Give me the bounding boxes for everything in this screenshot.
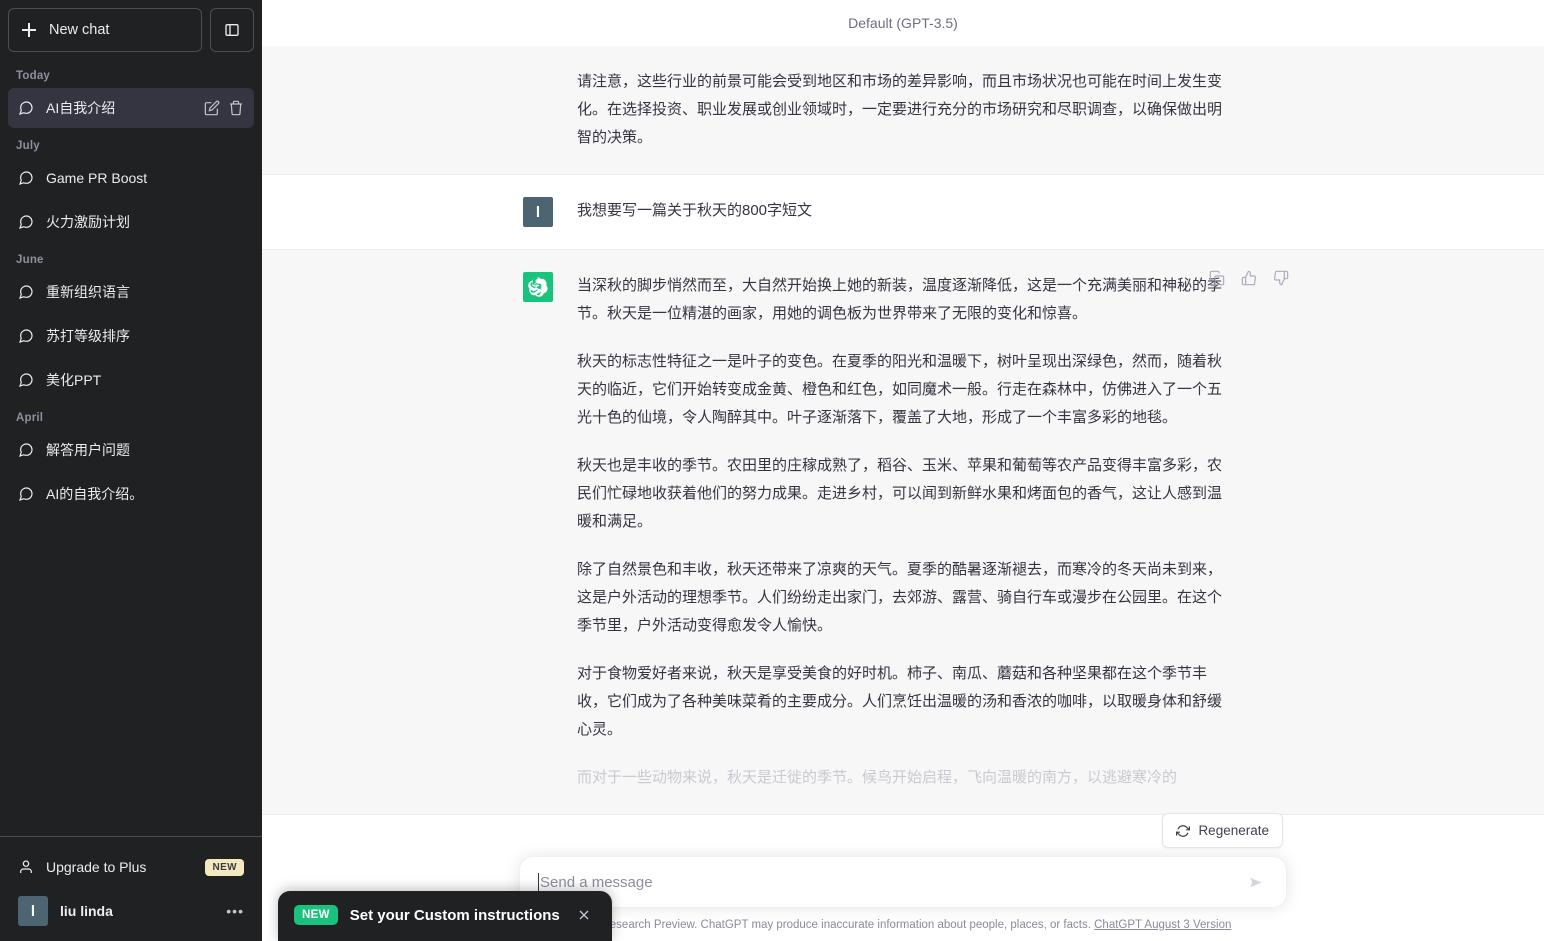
chat-bubble-icon (19, 487, 33, 501)
paragraph: 请注意，这些行业的前景可能会受到地区和市场的差异影响，而且市场状况也可能在时间上… (577, 73, 1223, 146)
new-chat-label: New chat (49, 22, 110, 38)
paragraph: 秋天也是丰收的季节。农田里的庄稼成熟了，稻谷、玉米、苹果和葡萄等农产品变得丰富多… (577, 457, 1223, 530)
chat-bubble-icon (19, 285, 33, 299)
plus-icon (21, 22, 37, 38)
chat-history-item[interactable]: AI的自我介绍。 (8, 474, 254, 514)
chat-bubble-icon (19, 373, 33, 387)
avatar: l (18, 896, 48, 926)
paragraph: 当深秋的脚步悄然而至，大自然开始换上她的新装，温度逐渐降低，这是一个充满美丽和神… (577, 277, 1223, 322)
history-group-label: Today (16, 70, 51, 82)
close-button[interactable] (572, 907, 596, 923)
sidebar: New chat Today AI自我介绍 July Game PR Boost… (0, 0, 262, 941)
message-text: 我想要写一篇关于秋天的800字短文 (577, 197, 1235, 227)
chat-history-item[interactable]: Game PR Boost (8, 158, 254, 198)
chat-bubble-icon (19, 101, 33, 115)
version-link[interactable]: ChatGPT August 3 Version (1094, 919, 1231, 931)
history-group-label: April (16, 412, 44, 424)
chat-history-item-label: Game PR Boost (46, 170, 148, 186)
message-assistant: 当深秋的脚步悄然而至，大自然开始换上她的新装，温度逐渐降低，这是一个充满美丽和神… (262, 250, 1544, 815)
message-text: 当深秋的脚步悄然而至，大自然开始换上她的新装，温度逐渐降低，这是一个充满美丽和神… (577, 272, 1235, 792)
toast-message: Set your Custom instructions (349, 906, 560, 924)
upgrade-label: Upgrade to Plus (46, 859, 147, 875)
model-label: Default (GPT-3.5) (848, 15, 958, 31)
chat-history-item[interactable]: 火力激励计划 (8, 202, 254, 242)
sidebar-toggle-icon (225, 24, 239, 36)
refresh-icon (1176, 824, 1191, 837)
chat-bubble-icon (19, 171, 33, 185)
account-name: liu linda (60, 903, 113, 919)
paragraph: 我想要写一篇关于秋天的800字短文 (577, 202, 813, 219)
model-header: Default (GPT-3.5) (262, 0, 1544, 46)
upgrade-new-badge: NEW (205, 858, 244, 876)
chat-history-item[interactable]: AI自我介绍 (8, 88, 254, 128)
chat-history-item[interactable]: 重新组织语言 (8, 272, 254, 312)
chat-history-item-label: 重新组织语言 (46, 284, 130, 300)
history-group-label: June (16, 254, 44, 266)
chat-bubble-icon (19, 443, 33, 457)
avatar-user: l (523, 197, 553, 227)
paragraph: 秋天的标志性特征之一是叶子的变色。在夏季的阳光和温暖下，树叶呈现出深绿色，然而，… (577, 353, 1223, 426)
pencil-icon[interactable] (204, 100, 220, 116)
chat-history-item-label: AI自我介绍 (46, 100, 116, 116)
openai-logo-icon (528, 277, 548, 297)
account-button[interactable]: l liu linda ••• (8, 889, 254, 933)
sidebar-footer: Upgrade to Plus NEW l liu linda ••• (0, 836, 262, 941)
paragraph: 除了自然景色和丰收，秋天还带来了凉爽的天气。夏季的酷暑逐渐褪去，而寒冷的冬天尚未… (577, 561, 1223, 634)
custom-instructions-toast[interactable]: NEW Set your Custom instructions (278, 891, 612, 941)
sidebar-toggle-button[interactable] (210, 8, 254, 52)
regenerate-wrapper: Regenerate (523, 813, 1283, 848)
thumbs-up-button[interactable] (1237, 266, 1261, 290)
disclaimer-text: Free Research Preview. ChatGPT may produ… (574, 919, 1091, 931)
message-composer[interactable] (519, 856, 1287, 908)
thumbs-down-button[interactable] (1269, 266, 1293, 290)
copy-button[interactable] (1205, 266, 1229, 290)
ellipsis-icon[interactable]: ••• (226, 903, 244, 919)
message-content-wrapper: 当深秋的脚步悄然而至，大自然开始换上她的新装，温度逐渐降低，这是一个充满美丽和神… (523, 250, 1289, 814)
chat-history-item-label: AI的自我介绍。 (46, 486, 144, 502)
thumbs-up-icon (1241, 270, 1257, 286)
paragraph: 对于食物爱好者来说，秋天是享受美食的好时机。柿子、南瓜、蘑菇和各种坚果都在这个季… (577, 665, 1223, 738)
paragraph: 而对于一些动物来说，秋天是迁徙的季节。候鸟开始启程，飞向温暖的南方，以逃避寒冷的 (577, 769, 1178, 786)
send-button[interactable] (1240, 866, 1272, 898)
avatar-assistant (523, 272, 553, 302)
send-arrow-icon (1249, 877, 1262, 887)
chat-history-item-label: 苏打等级排序 (46, 328, 130, 344)
message-assistant: 请注意，这些行业的前景可能会受到地区和市场的差异影响，而且市场状况也可能在时间上… (262, 46, 1544, 175)
chat-item-actions (204, 100, 244, 116)
copy-icon (1209, 270, 1225, 286)
message-content-wrapper: 请注意，这些行业的前景可能会受到地区和市场的差异影响，而且市场状况也可能在时间上… (523, 46, 1283, 174)
text-caret (538, 873, 539, 891)
toast-new-badge: NEW (294, 905, 338, 925)
message-actions (1205, 266, 1293, 290)
chat-history-item[interactable]: 解答用户问题 (8, 430, 254, 470)
history-group-label: July (16, 140, 40, 152)
message-input[interactable] (540, 857, 1240, 907)
chatgpt-app: New chat Today AI自我介绍 July Game PR Boost… (0, 0, 1544, 941)
regenerate-label: Regenerate (1198, 823, 1269, 838)
chat-bubble-icon (19, 215, 33, 229)
message-user: l 我想要写一篇关于秋天的800字短文 (262, 175, 1544, 250)
chat-history-item-label: 美化PPT (46, 372, 102, 388)
chat-history-item[interactable]: 美化PPT (8, 360, 254, 400)
conversation-thread[interactable]: 请注意，这些行业的前景可能会受到地区和市场的差异影响，而且市场状况也可能在时间上… (262, 46, 1544, 941)
close-icon (579, 910, 589, 920)
chat-history-item-label: 解答用户问题 (46, 442, 130, 458)
thumbs-down-icon (1273, 270, 1289, 286)
sidebar-header: New chat (0, 0, 262, 52)
message-content-wrapper: l 我想要写一篇关于秋天的800字短文 (523, 175, 1283, 249)
chat-history-item-label: 火力激励计划 (46, 214, 130, 230)
main-panel: Default (GPT-3.5) 请注意，这些行业的前景可能会受到地区和市场的… (262, 0, 1544, 941)
chat-bubble-icon (19, 329, 33, 343)
message-text: 请注意，这些行业的前景可能会受到地区和市场的差异影响，而且市场状况也可能在时间上… (577, 68, 1235, 152)
new-chat-button[interactable]: New chat (8, 8, 202, 52)
chat-history-item[interactable]: 苏打等级排序 (8, 316, 254, 356)
trash-icon[interactable] (228, 100, 244, 116)
regenerate-button[interactable]: Regenerate (1162, 813, 1283, 848)
upgrade-to-plus-button[interactable]: Upgrade to Plus NEW (8, 845, 254, 889)
person-icon (20, 860, 32, 873)
chat-history-list[interactable]: Today AI自我介绍 July Game PR Boost 火力激励计划 J… (0, 52, 262, 836)
